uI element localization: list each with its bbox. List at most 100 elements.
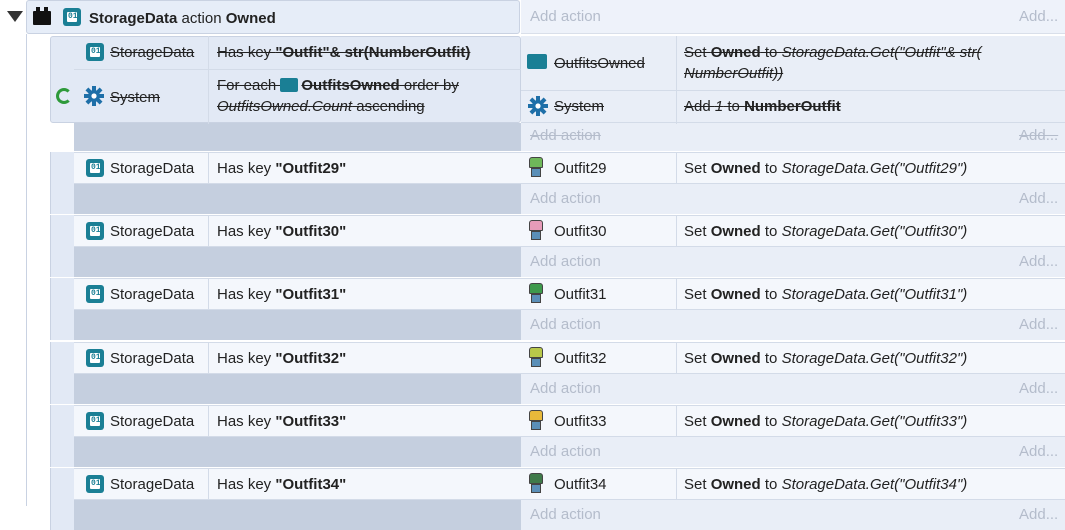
add-more-link[interactable]: Add... [1019,443,1058,460]
event-band [74,437,521,467]
outfit-sprite-icon [526,220,546,242]
action-object: Outfit29 [554,160,607,177]
event-band [74,500,521,530]
event-condition[interactable]: 01 StorageData Has key "Outfit34" [74,468,521,500]
condition-text: Has key "Outfit"& str(NumberOutfit) [217,44,471,61]
event-margin[interactable] [50,468,74,530]
action-object: Outfit32 [554,350,607,367]
group-band [74,123,521,151]
event-row[interactable]: 01 StorageData Has key "Outfit33" Outfit… [50,405,1065,467]
condition-text: Has key "Outfit34" [217,476,347,493]
add-more-link[interactable]: Add... [1019,316,1058,333]
add-more-link[interactable]: Add... [1019,127,1058,144]
event-band [74,310,521,340]
add-action-link[interactable]: Add action [530,506,601,523]
outfit-sprite-icon [526,157,546,179]
event-action[interactable]: Outfit34 Set Owned to StorageData.Get("O… [521,468,1065,500]
condition-object: System [110,89,161,106]
event-condition[interactable]: 01 StorageData Has key "Outfit33" [74,405,521,437]
add-more-link[interactable]: Add... [1019,380,1058,397]
condition-object: StorageData [110,160,195,177]
event-margin[interactable] [50,405,74,467]
add-action-link[interactable]: Add action [530,127,601,144]
event-row[interactable]: 01 StorageData Has key "Outfit30" Outfit… [50,215,1065,277]
outfits-owned-icon [527,54,547,69]
action-object: Outfit34 [554,476,607,493]
event-add-area[interactable]: Add action Add... [521,500,1065,530]
event-add-area[interactable]: Add action Add... [521,437,1065,467]
event-condition[interactable]: 01 StorageData Has key "Outfit31" [74,278,521,310]
outfit-sprite-icon [526,283,546,305]
action-text: Add 1 to NumberOutfit [684,98,841,115]
event-band [74,184,521,214]
event-action[interactable]: Outfit31 Set Owned to StorageData.Get("O… [521,278,1065,310]
add-action-link[interactable]: Add action [530,190,601,207]
event-margin[interactable] [50,215,74,277]
header-add-action[interactable]: Add action Add... [521,0,1065,34]
add-more-link[interactable]: Add... [1019,506,1058,523]
event-action[interactable]: Outfit33 Set Owned to StorageData.Get("O… [521,405,1065,437]
event-add-area[interactable]: Add action Add... [521,310,1065,340]
condition-object: StorageData [110,44,195,61]
event-row[interactable]: 01 StorageData Has key "Outfit31" Outfit… [50,278,1065,340]
action-text: Set Owned to StorageData.Get("Outfit31") [684,286,968,303]
add-more-link[interactable]: Add... [1019,190,1058,207]
group-condition-1[interactable]: 01 StorageData Has key "Outfit"& str(Num… [74,36,521,69]
condition-text: Has key "Outfit33" [217,413,347,430]
gear-icon [528,96,548,116]
event-action[interactable]: Outfit29 Set Owned to StorageData.Get("O… [521,152,1065,184]
condition-text: Has key "Outfit30" [217,223,347,240]
outfit-sprite-icon [526,347,546,369]
action-text: Set Owned to StorageData.Get("Outfit33") [684,413,968,430]
block-icon [33,7,51,25]
event-band [74,374,521,404]
group-condition-2[interactable]: System For each OutfitsOwned order by Ou… [74,69,521,124]
condition-text: For each OutfitsOwned order by OutfitsOw… [217,77,459,115]
event-condition[interactable]: 01 StorageData Has key "Outfit29" [74,152,521,184]
storage-data-icon: 01 [86,285,104,303]
condition-text: Has key "Outfit32" [217,350,347,367]
condition-object: StorageData [110,350,195,367]
event-add-area[interactable]: Add action Add... [521,374,1065,404]
action-text: Set Owned to StorageData.Get("Outfit34") [684,476,968,493]
event-margin[interactable] [50,152,74,214]
add-action-link[interactable]: Add action [530,316,601,333]
action-text: Set Owned to StorageData.Get("Outfit29") [684,160,968,177]
add-more-link[interactable]: Add... [1019,8,1058,25]
add-action-link[interactable]: Add action [530,8,601,25]
disabled-event-group[interactable]: 01 StorageData Has key "Outfit"& str(Num… [50,36,1065,151]
loop-arrow-icon [56,88,72,104]
group-add-area [521,123,1065,151]
event-condition[interactable]: 01 StorageData Has key "Outfit32" [74,342,521,374]
storage-data-icon: 01 [86,475,104,493]
event-list: 01 StorageData Has key "Outfit29" Outfit… [50,152,1065,530]
condition-text: Has key "Outfit29" [217,160,347,177]
event-add-area[interactable]: Add action Add... [521,247,1065,277]
function-object: StorageData [89,10,178,27]
add-action-link[interactable]: Add action [530,443,601,460]
event-add-area[interactable]: Add action Add... [521,184,1065,214]
storage-data-icon: 01 [86,412,104,430]
event-condition[interactable]: 01 StorageData Has key "Outfit30" [74,215,521,247]
action-text: Set Owned to StorageData.Get("Outfit"& s… [684,44,982,82]
event-action[interactable]: Outfit30 Set Owned to StorageData.Get("O… [521,215,1065,247]
collapse-toggle-icon[interactable] [7,11,23,22]
add-action-link[interactable]: Add action [530,253,601,270]
add-more-link[interactable]: Add... [1019,253,1058,270]
event-action[interactable]: Outfit32 Set Owned to StorageData.Get("O… [521,342,1065,374]
group-action-2[interactable]: System Add 1 to NumberOutfit [521,90,1065,124]
group-action-1[interactable]: OutfitsOwned Set Owned to StorageData.Ge… [521,36,1065,90]
event-margin[interactable] [50,342,74,404]
action-text: Set Owned to StorageData.Get("Outfit32") [684,350,968,367]
event-row[interactable]: 01 StorageData Has key "Outfit32" Outfit… [50,342,1065,404]
event-margin[interactable] [50,278,74,340]
action-object: Outfit33 [554,413,607,430]
event-row[interactable]: 01 StorageData Has key "Outfit29" Outfit… [50,152,1065,214]
condition-object: StorageData [110,476,195,493]
condition-object: StorageData [110,286,195,303]
add-action-link[interactable]: Add action [530,380,601,397]
function-header[interactable]: 01 StorageData action Owned [26,0,520,34]
function-title: StorageData action Owned [89,10,276,27]
event-row[interactable]: 01 StorageData Has key "Outfit34" Outfit… [50,468,1065,530]
function-keyword: action [181,10,222,27]
